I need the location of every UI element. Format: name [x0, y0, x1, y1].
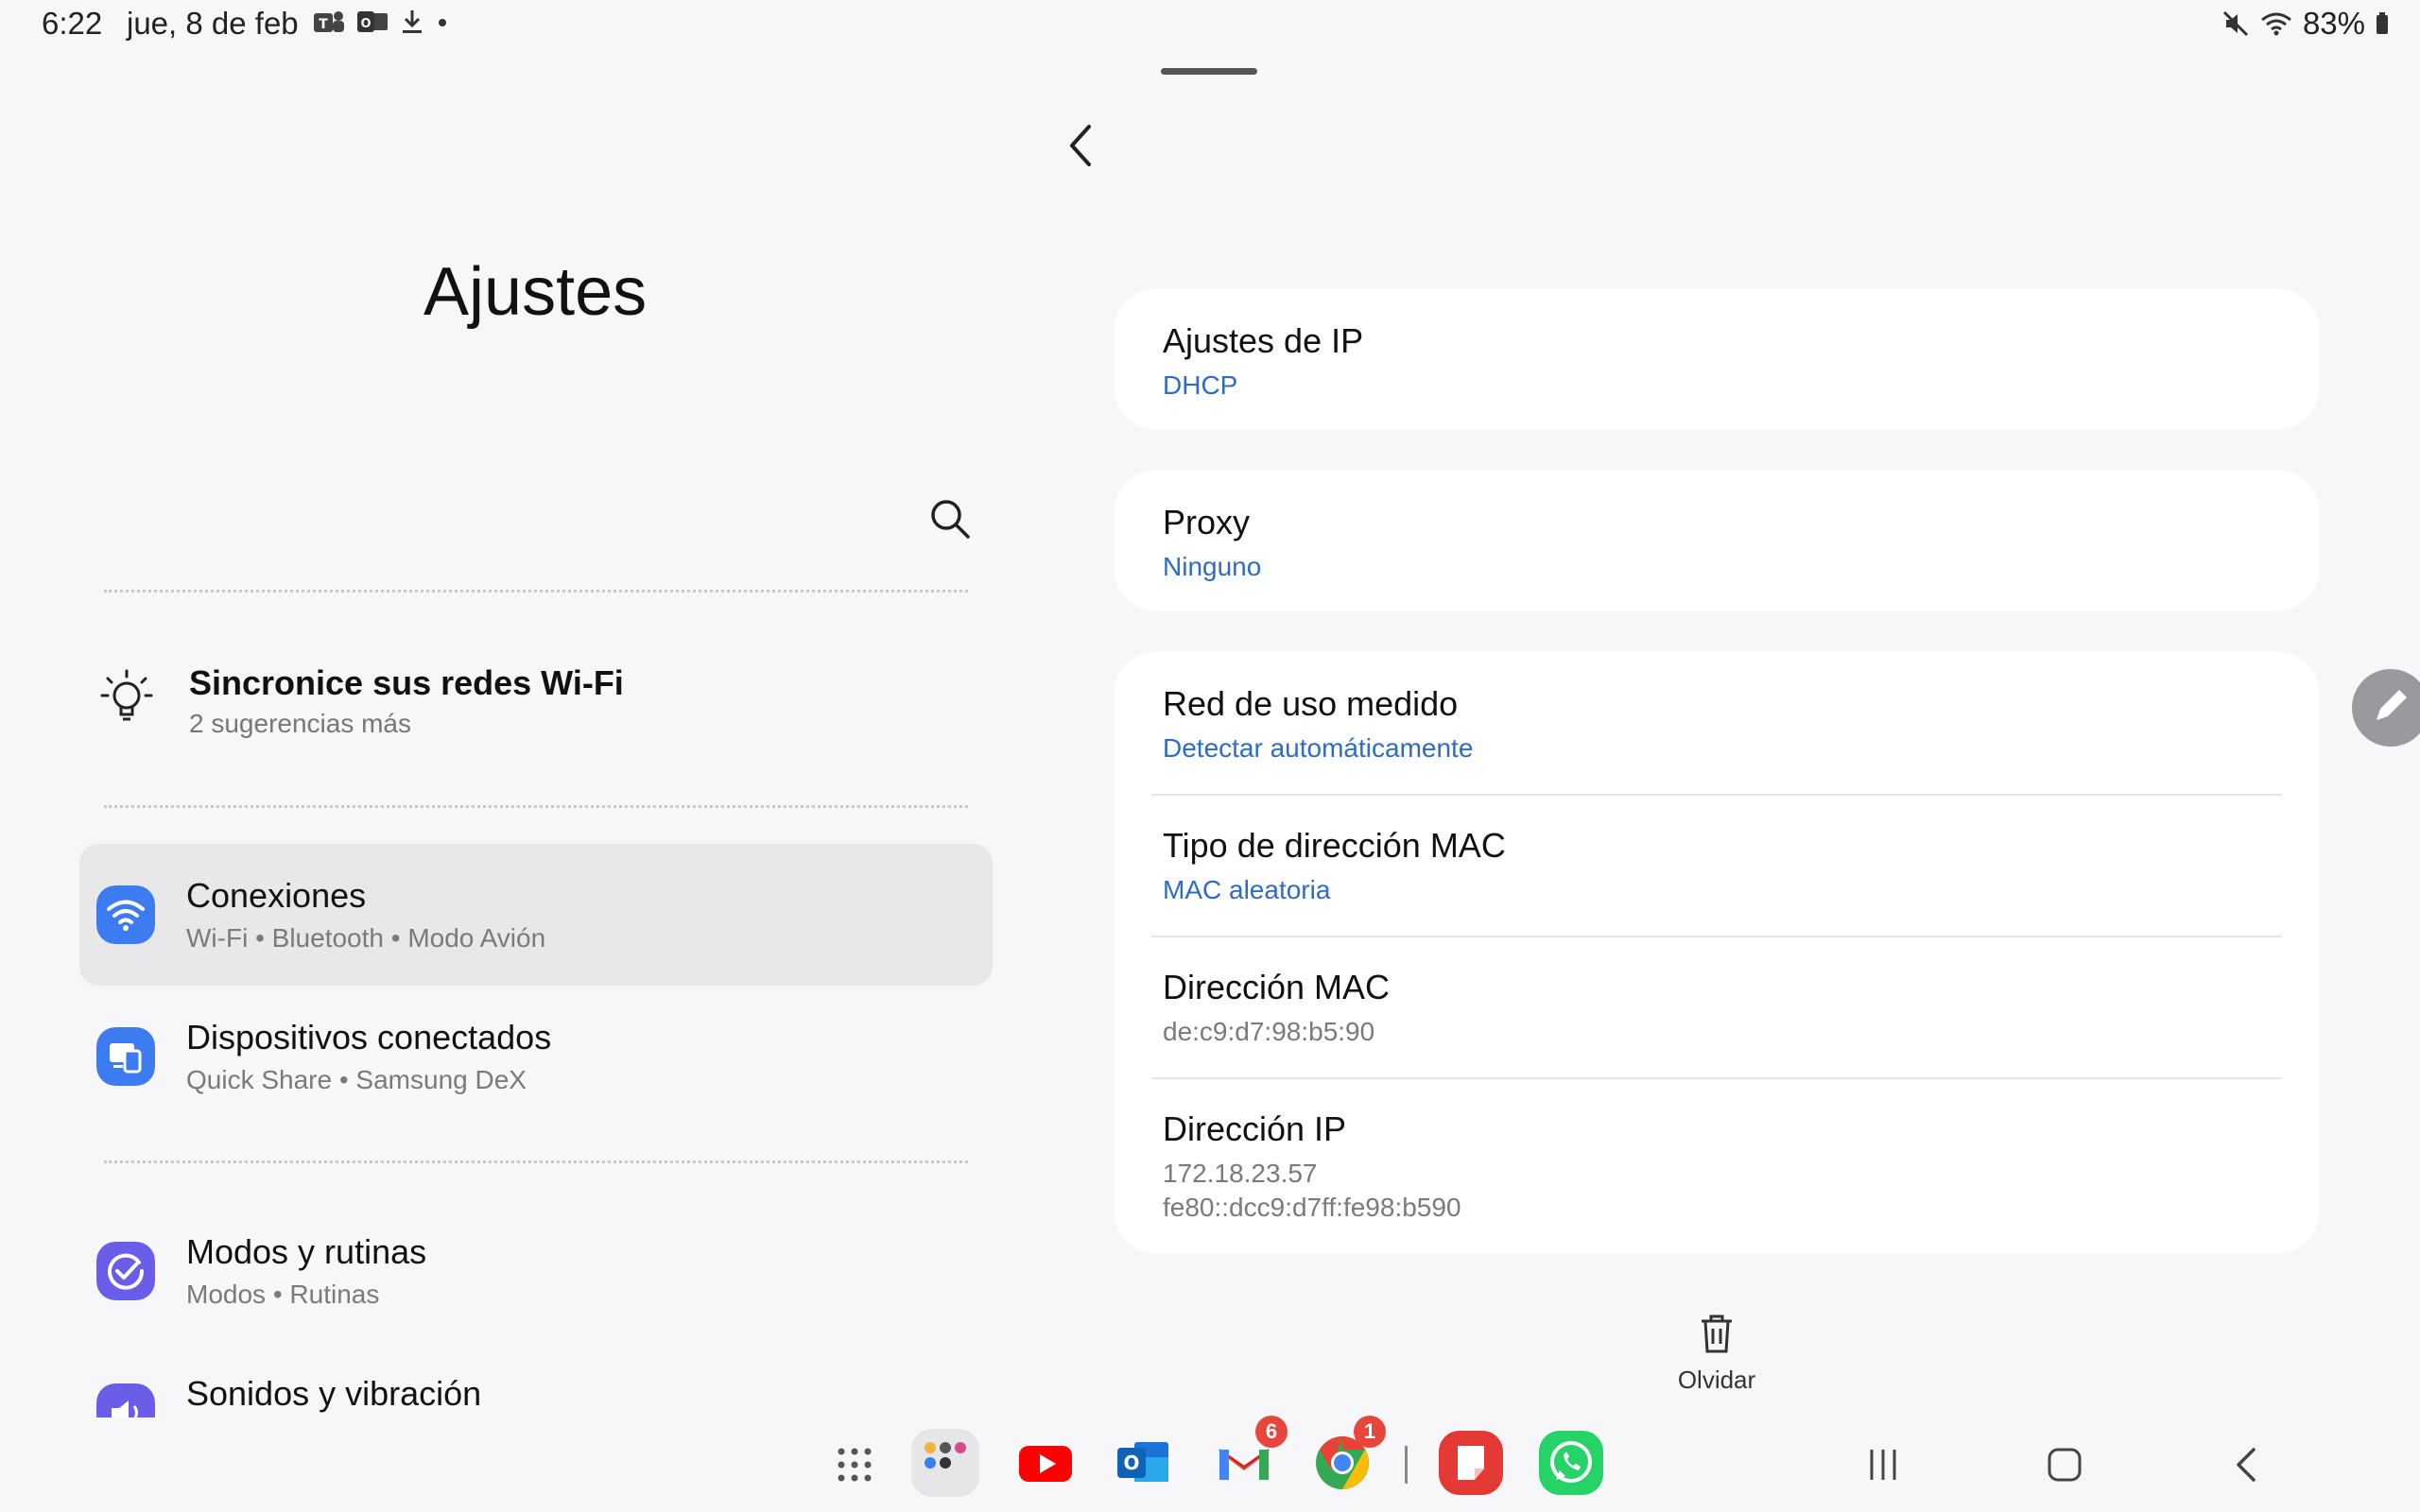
proxy-row[interactable]: Proxy Ninguno	[1163, 503, 2282, 582]
divider	[104, 1160, 968, 1163]
gmail-app[interactable]: 6	[1210, 1416, 1288, 1497]
menu-item-subtitle: Modos • Rutinas	[186, 1280, 380, 1309]
suggestion-subtitle: 2 sugerencias más	[189, 709, 412, 738]
network-details-card: Red de uso medido Detectar automáticamen…	[1114, 652, 2320, 1253]
back-button[interactable]	[1061, 121, 1098, 170]
proxy-card[interactable]: Proxy Ninguno	[1114, 471, 2320, 610]
menu-item-dispositivos[interactable]: Dispositivos conectados Quick Share • Sa…	[79, 986, 993, 1127]
gmail-badge: 6	[1255, 1416, 1288, 1448]
status-right: 83%	[2221, 6, 2390, 42]
ip-settings-value: DHCP	[1163, 370, 1238, 400]
proxy-value: Ninguno	[1163, 552, 1262, 581]
page-title: Ajustes	[424, 254, 648, 330]
menu-item-modos[interactable]: Modos y rutinas Modos • Rutinas	[79, 1200, 993, 1342]
mac-type-value: MAC aleatoria	[1163, 875, 1331, 904]
trash-icon	[1702, 1314, 1732, 1353]
ip-address-title: Dirección IP	[1163, 1109, 1347, 1148]
notification-icons: T O	[312, 8, 450, 36]
svg-text:O: O	[360, 17, 371, 31]
youtube-icon[interactable]	[1011, 1429, 1080, 1497]
divider	[104, 805, 968, 808]
whatsapp-icon[interactable]	[1537, 1429, 1605, 1497]
ip-settings-title: Ajustes de IP	[1163, 321, 1364, 360]
menu-item-sonidos[interactable]: Sonidos y vibración	[79, 1342, 993, 1418]
menu-item-subtitle: Wi-Fi • Bluetooth • Modo Avión	[186, 923, 546, 953]
sound-icon	[96, 1383, 155, 1418]
chrome-app[interactable]: 1	[1308, 1416, 1386, 1497]
menu-item-subtitle: Quick Share • Samsung DeX	[186, 1065, 527, 1094]
search-icon[interactable]	[928, 497, 972, 541]
ip-address-v6: fe80::dcc9:d7ff:fe98:b590	[1163, 1193, 1461, 1222]
forget-label: Olvidar	[1677, 1366, 1756, 1394]
wifi-status-icon	[2261, 12, 2291, 36]
outlook-icon: O	[357, 11, 388, 32]
metered-row[interactable]: Red de uso medido Detectar automáticamen…	[1163, 684, 2282, 764]
apps-grid-icon[interactable]	[821, 1429, 889, 1497]
nav-back-button[interactable]	[2220, 1436, 2276, 1493]
folder-icon[interactable]	[911, 1429, 979, 1497]
recent-apps-button[interactable]	[1855, 1436, 1911, 1493]
divider	[104, 590, 968, 593]
menu-item-conexiones[interactable]: Conexiones Wi-Fi • Bluetooth • Modo Avió…	[79, 844, 993, 986]
edit-floating-button[interactable]	[2352, 669, 2420, 747]
status-bar: 6:22 jue, 8 de feb T O 83%	[0, 0, 2420, 53]
svg-text:O: O	[1123, 1452, 1139, 1474]
pencil-icon	[2377, 690, 2407, 720]
battery-icon	[2377, 12, 2388, 34]
teams-icon: T	[314, 11, 344, 32]
download-icon	[403, 10, 422, 33]
mac-address-row: Dirección MAC de:c9:d7:98:b5:90	[1163, 968, 2282, 1047]
devices-icon	[96, 1027, 155, 1086]
metered-title: Red de uso medido	[1163, 684, 1459, 723]
home-button[interactable]	[2036, 1436, 2093, 1493]
battery-percent: 83%	[2302, 6, 2365, 41]
menu-item-title: Sonidos y vibración	[186, 1374, 482, 1413]
menu-item-title: Dispositivos conectados	[186, 1018, 552, 1057]
mac-type-title: Tipo de dirección MAC	[1163, 826, 1506, 865]
dot-icon	[439, 19, 446, 26]
ip-settings-card[interactable]: Ajustes de IP DHCP	[1114, 289, 2320, 429]
row-divider	[1151, 1077, 2282, 1079]
ip-address-v4: 172.18.23.57	[1163, 1159, 1318, 1188]
drag-handle[interactable]	[1161, 68, 1257, 75]
proxy-title: Proxy	[1163, 503, 1251, 541]
ip-address-row: Dirección IP 172.18.23.57 fe80::dcc9:d7f…	[1163, 1109, 2282, 1223]
suggestion-card[interactable]: Sincronice sus redes Wi-Fi 2 sugerencias…	[95, 654, 983, 758]
wifi-icon	[96, 885, 155, 944]
status-date: jue, 8 de feb	[127, 6, 299, 41]
lightbulb-icon	[100, 669, 153, 721]
svg-text:T: T	[319, 17, 328, 32]
status-time: 6:22	[42, 6, 103, 41]
chrome-badge: 1	[1354, 1416, 1386, 1448]
mute-icon	[2222, 10, 2248, 37]
check-circle-icon	[96, 1242, 155, 1300]
outlook-app-icon[interactable]: O	[1110, 1429, 1178, 1497]
metered-value: Detectar automáticamente	[1163, 733, 1474, 763]
notes-icon[interactable]	[1437, 1429, 1505, 1497]
menu-item-title: Modos y rutinas	[186, 1232, 427, 1271]
ip-settings-row[interactable]: Ajustes de IP DHCP	[1163, 321, 2282, 401]
dock-separator	[1405, 1446, 1408, 1484]
suggestion-title: Sincronice sus redes Wi-Fi	[189, 663, 624, 702]
menu-item-title: Conexiones	[186, 876, 367, 915]
mac-type-row[interactable]: Tipo de dirección MAC MAC aleatoria	[1163, 826, 2282, 905]
mac-address-value: de:c9:d7:98:b5:90	[1163, 1017, 1375, 1046]
taskbar: O 6 1	[0, 1416, 2420, 1512]
row-divider	[1151, 936, 2282, 937]
row-divider	[1151, 794, 2282, 796]
forget-button[interactable]: Olvidar	[1669, 1312, 1764, 1395]
mac-address-title: Dirección MAC	[1163, 968, 1391, 1006]
